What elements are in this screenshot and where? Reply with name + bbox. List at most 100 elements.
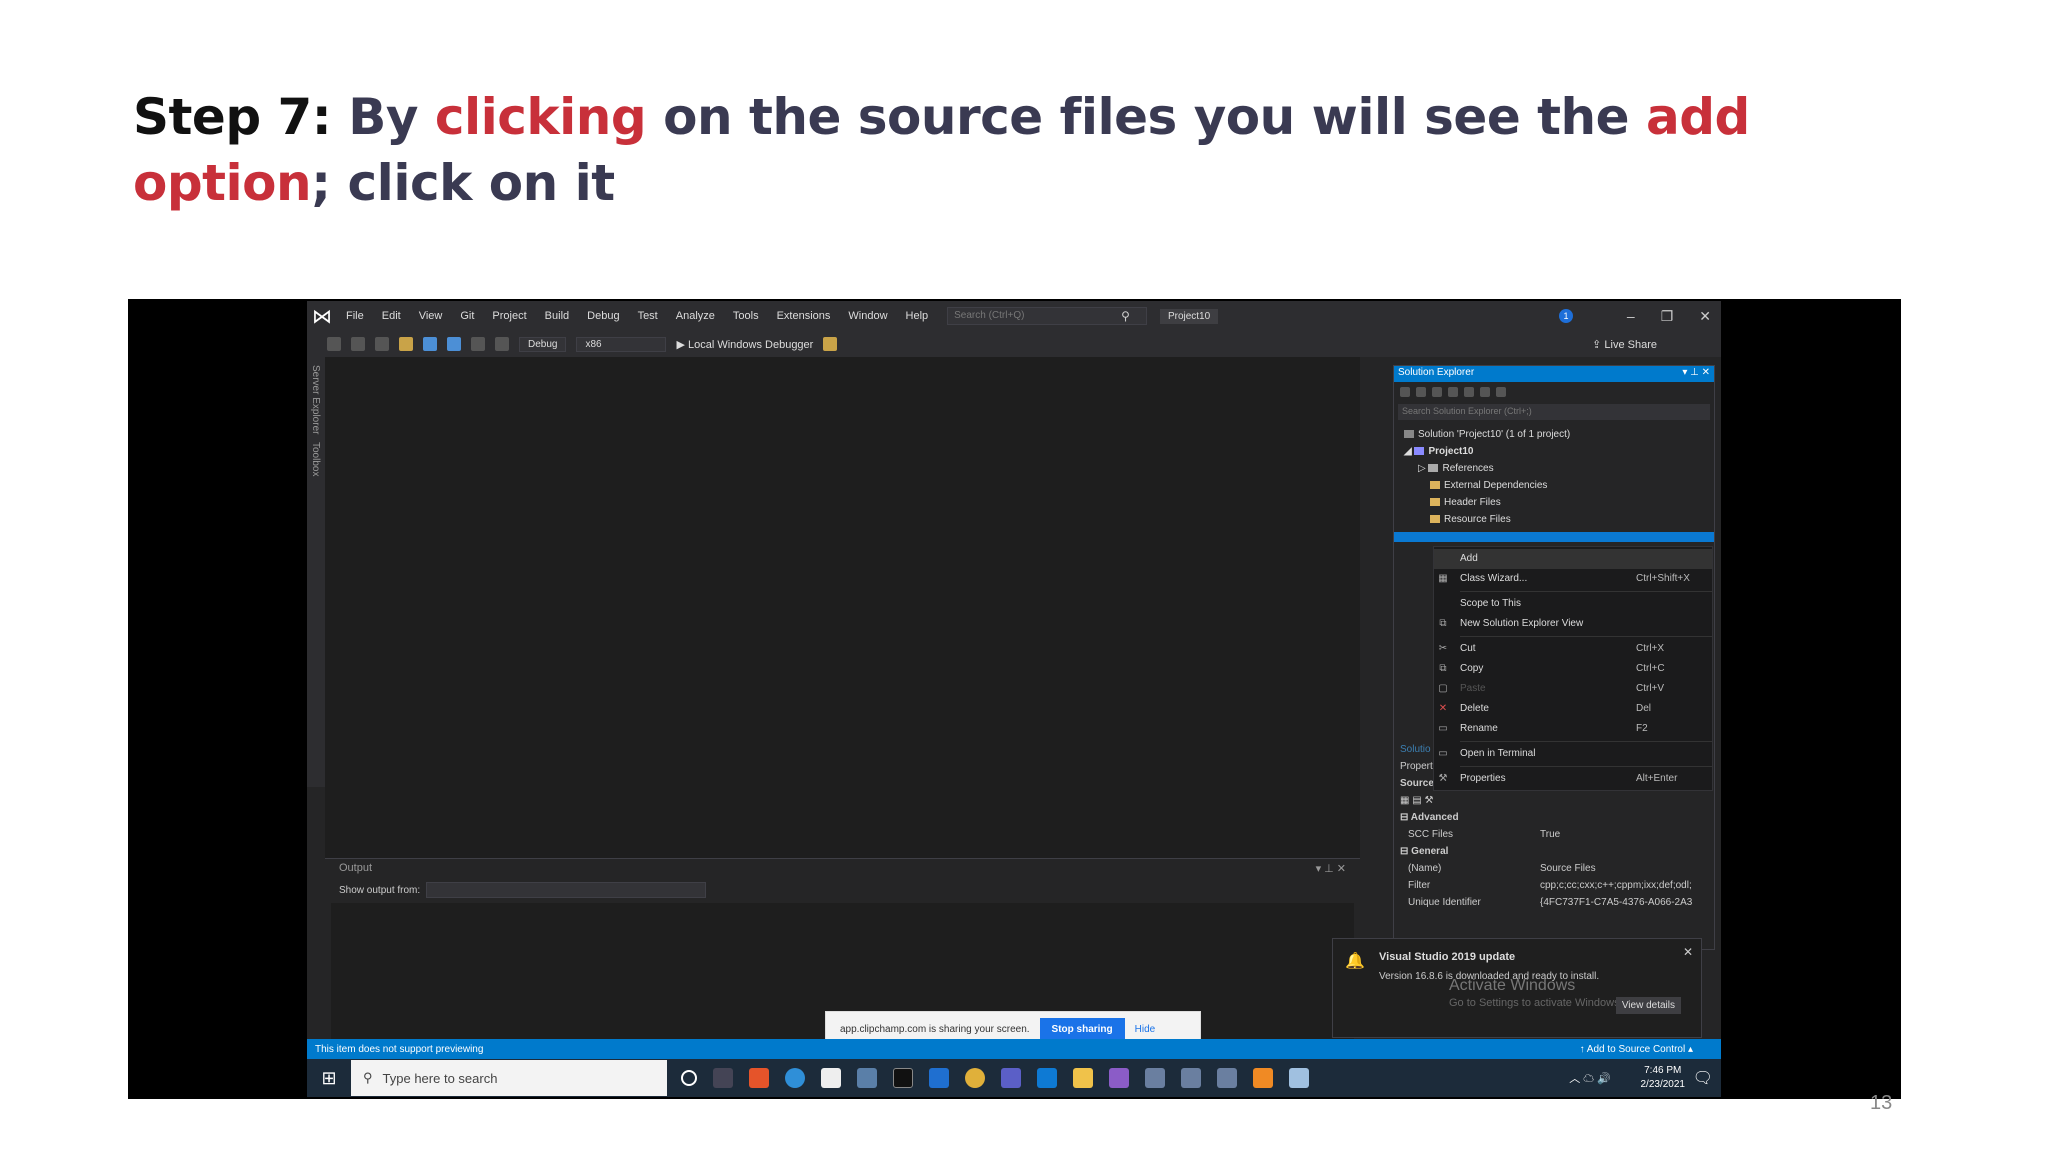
context-menu-item-cut[interactable]: ✂ Cut Ctrl+X xyxy=(1434,639,1712,659)
menu-item-test[interactable]: Test xyxy=(629,310,667,322)
live-share-button[interactable]: ⇪ Live Share xyxy=(1592,338,1657,351)
tab-toolbox[interactable]: Toolbox xyxy=(310,442,321,476)
update-close-icon[interactable]: ✕ xyxy=(1683,945,1693,959)
redo-icon[interactable] xyxy=(495,337,509,351)
se-forward-icon[interactable] xyxy=(1416,387,1426,397)
se-back-icon[interactable] xyxy=(1400,387,1410,397)
se-search-input[interactable]: Search Solution Explorer (Ctrl+;) xyxy=(1398,404,1710,420)
props-row[interactable]: Unique Identifier {4FC737F1-C7A5-4376-A06… xyxy=(1394,894,1714,911)
context-menu-item-copy[interactable]: ⧉ Copy Ctrl+C xyxy=(1434,659,1712,679)
tree-item-resource-files[interactable]: Resource Files xyxy=(1394,511,1714,528)
notification-badge[interactable]: 1 xyxy=(1559,309,1573,323)
stop-sharing-button[interactable]: Stop sharing xyxy=(1039,1017,1125,1041)
context-menu-item-properties[interactable]: ⚒ Properties Alt+Enter xyxy=(1434,769,1712,789)
props-row[interactable]: (Name) Source Files xyxy=(1394,860,1714,877)
menu-item-analyze[interactable]: Analyze xyxy=(667,310,724,322)
back-icon[interactable] xyxy=(327,337,341,351)
tab-server-explorer[interactable]: Server Explorer xyxy=(310,365,321,434)
props-toolbar[interactable]: ▦ ▤ ⚒ xyxy=(1394,792,1714,809)
tree-item-project[interactable]: ◢ Project10 xyxy=(1394,443,1714,460)
clock[interactable]: 7:46 PM 2/23/2021 xyxy=(1641,1064,1686,1092)
save-icon[interactable] xyxy=(423,337,437,351)
minimize-icon[interactable]: – xyxy=(1627,308,1635,324)
menu-item-file[interactable]: File xyxy=(337,310,373,322)
menu-item-help[interactable]: Help xyxy=(897,310,938,322)
add-to-source-control[interactable]: ↑ Add to Source Control ▴ xyxy=(1580,1044,1693,1055)
menu-item-git[interactable]: Git xyxy=(451,310,483,322)
app-icon[interactable] xyxy=(1289,1068,1309,1088)
props-row[interactable]: SCC Files True xyxy=(1394,826,1714,843)
forward-icon[interactable] xyxy=(351,337,365,351)
teams-icon[interactable] xyxy=(1001,1068,1021,1088)
vscode-icon[interactable] xyxy=(1037,1068,1057,1088)
search-input[interactable]: Search (Ctrl+Q) xyxy=(947,307,1148,325)
hide-button[interactable]: Hide xyxy=(1135,1024,1156,1035)
context-menu-item-class-wizard[interactable]: ▦ Class Wizard... Ctrl+Shift+X xyxy=(1434,569,1712,589)
menu-item-window[interactable]: Window xyxy=(839,310,896,322)
output-controls[interactable]: ▾ ⊥ ✕ xyxy=(1316,862,1346,876)
context-menu-item-add[interactable]: Add xyxy=(1434,549,1712,569)
run-button[interactable]: ▶ Local Windows Debugger xyxy=(676,338,813,351)
menu-item-edit[interactable]: Edit xyxy=(373,310,410,322)
menu-item-project[interactable]: Project xyxy=(483,310,535,322)
app-icon[interactable] xyxy=(1181,1068,1201,1088)
context-menu-item-new-solution-explorer-view[interactable]: ⧉ New Solution Explorer View xyxy=(1434,614,1712,634)
brave-icon[interactable] xyxy=(749,1068,769,1088)
context-menu-item-rename[interactable]: ▭ Rename F2 xyxy=(1434,719,1712,739)
tree-item-solution[interactable]: Solution 'Project10' (1 of 1 project) xyxy=(1394,426,1714,443)
vlc-icon[interactable] xyxy=(1253,1068,1273,1088)
output-source-select[interactable] xyxy=(426,882,707,898)
view-details-button[interactable]: View details xyxy=(1615,997,1681,1014)
search-icon[interactable]: ⚲ xyxy=(1121,309,1130,323)
open-folder-icon[interactable] xyxy=(399,337,413,351)
se-refresh-icon[interactable] xyxy=(1464,387,1474,397)
tree-item-header-files[interactable]: Header Files xyxy=(1394,494,1714,511)
undo-icon[interactable] xyxy=(471,337,485,351)
menu-item-extensions[interactable]: Extensions xyxy=(768,310,840,322)
new-project-icon[interactable] xyxy=(375,337,389,351)
app-icon[interactable] xyxy=(1145,1068,1165,1088)
terminal-icon[interactable] xyxy=(893,1068,913,1088)
menu-item-view[interactable]: View xyxy=(410,310,452,322)
context-menu-item-paste[interactable]: ▢ Paste Ctrl+V xyxy=(1434,679,1712,699)
folder-icon xyxy=(1430,515,1440,524)
se-sync-icon[interactable] xyxy=(1448,387,1458,397)
props-row[interactable]: Filter cpp;c;cc;cxx;c++;cppm;ixx;def;odl; xyxy=(1394,877,1714,894)
toolbar-extra-icon[interactable] xyxy=(823,337,838,351)
se-home-icon[interactable] xyxy=(1432,387,1442,397)
tree-item-source-files[interactable] xyxy=(1394,532,1714,542)
save-all-icon[interactable] xyxy=(447,337,461,351)
task-view-icon[interactable] xyxy=(713,1068,733,1088)
cortana-icon[interactable] xyxy=(681,1070,697,1086)
store-icon[interactable] xyxy=(821,1068,841,1088)
menu-item-tools[interactable]: Tools xyxy=(724,310,768,322)
props-general-header[interactable]: ⊟ General xyxy=(1394,843,1714,860)
se-collapse-icon[interactable] xyxy=(1480,387,1490,397)
config-select[interactable]: Debug xyxy=(519,336,567,352)
context-menu-item-delete[interactable]: ✕ Delete Del xyxy=(1434,699,1712,719)
restore-icon[interactable]: ❐ xyxy=(1661,308,1674,325)
taskbar-search[interactable]: ⚲ Type here to search xyxy=(351,1060,667,1096)
mail-icon[interactable] xyxy=(929,1068,949,1088)
windows-start-icon[interactable]: ⊞ xyxy=(307,1068,351,1089)
app-icon[interactable] xyxy=(1217,1068,1237,1088)
context-menu-item-scope-to-this[interactable]: Scope to This xyxy=(1434,594,1712,614)
se-header-controls[interactable]: ▾ ⊥ ✕ xyxy=(1682,367,1710,381)
edge-icon[interactable] xyxy=(785,1068,805,1088)
close-icon[interactable]: ✕ xyxy=(1699,308,1711,325)
prop-value: cpp;c;cc;cxx;c++;cppm;ixx;def;odl; xyxy=(1540,880,1692,891)
tree-item-external[interactable]: External Dependencies xyxy=(1394,477,1714,494)
se-properties-icon[interactable] xyxy=(1496,387,1506,397)
system-tray-icons[interactable]: ︿ ☁ 🔊 xyxy=(1569,1070,1611,1086)
menu-item-debug[interactable]: Debug xyxy=(578,310,628,322)
visual-studio-icon[interactable] xyxy=(1109,1068,1129,1088)
chrome-icon[interactable] xyxy=(965,1068,985,1088)
platform-select[interactable]: x86 xyxy=(576,336,667,352)
menu-item-build[interactable]: Build xyxy=(536,310,578,322)
notifications-icon[interactable]: 🗨 xyxy=(1693,1068,1713,1088)
file-explorer-icon[interactable] xyxy=(1073,1068,1093,1088)
props-advanced-header[interactable]: ⊟ Advanced xyxy=(1394,809,1714,826)
context-menu-item-open-in-terminal[interactable]: ▭ Open in Terminal xyxy=(1434,744,1712,764)
tree-item-references[interactable]: ▷ References xyxy=(1394,460,1714,477)
app-icon[interactable] xyxy=(857,1068,877,1088)
